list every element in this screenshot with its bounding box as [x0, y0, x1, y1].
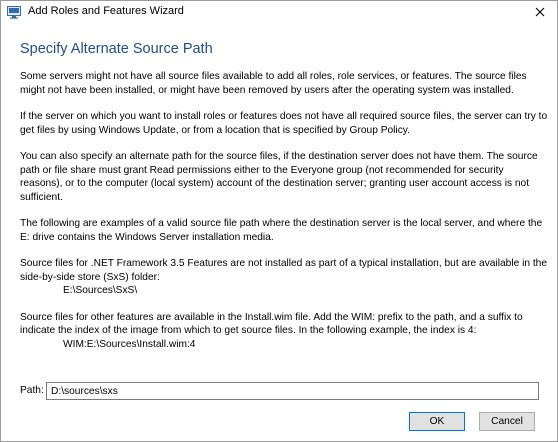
page-title: Specify Alternate Source Path [20, 41, 213, 57]
example-wim-path: WIM:E:\Sources\Install.wim:4 [63, 338, 196, 350]
path-row: Path: [20, 382, 542, 402]
title-bar: Add Roles and Features Wizard [1, 1, 557, 25]
example-wim: Source files for other features are avai… [20, 311, 548, 352]
paragraph-source-files: Some servers might not have all source f… [20, 71, 527, 96]
paragraph-examples-intro: The following are examples of a valid so… [20, 218, 543, 243]
description: Some servers might not have all source f… [20, 70, 548, 364]
paragraph-windows-update: If the server on which you want to insta… [20, 111, 548, 136]
server-manager-icon [7, 6, 21, 19]
close-icon [535, 7, 545, 17]
ok-button[interactable]: OK [409, 412, 465, 431]
example-sxs-path: E:\Sources\SxS\ [63, 285, 138, 296]
example-wim-text: Source files for other features are avai… [20, 311, 523, 337]
window-title: Add Roles and Features Wizard [28, 5, 184, 17]
path-label: Path: [20, 385, 44, 396]
close-button[interactable] [529, 3, 551, 21]
path-input[interactable] [46, 382, 539, 400]
wizard-window: Add Roles and Features Wizard Specify Al… [0, 0, 558, 442]
example-sxs-text: Source files for .NET Framework 3.5 Feat… [20, 258, 547, 283]
paragraph-alternate-path: You can also specify an alternate path f… [20, 151, 538, 203]
example-sxs: Source files for .NET Framework 3.5 Feat… [20, 257, 548, 298]
cancel-button[interactable]: Cancel [479, 412, 535, 431]
